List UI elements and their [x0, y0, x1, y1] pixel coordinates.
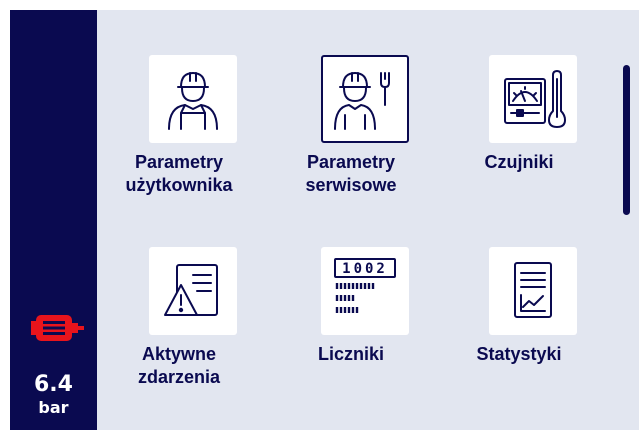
gauge-thermometer-icon [504, 70, 566, 128]
menu-tile-counters[interactable]: 1002 Liczniki [274, 247, 424, 397]
tile-label-line2: serwisowe [305, 175, 397, 195]
tile-label: Czujniki [428, 151, 610, 174]
menu-tile-service-parameters[interactable]: Parametry serwisowe [274, 55, 424, 205]
counter-digits: 1002 [342, 261, 388, 277]
tile-label: Parametry serwisowe [260, 151, 442, 197]
tile-label-line2: użytkownika [125, 175, 233, 195]
tile-label-line1: Czujniki [484, 152, 554, 172]
icon-box-selected [321, 55, 409, 143]
icon-box [149, 247, 237, 335]
tile-label-line1: Aktywne [141, 344, 217, 364]
tile-label: Liczniki [260, 343, 442, 366]
tile-label: Parametry użytkownika [88, 151, 270, 197]
menu-tile-sensors[interactable]: Czujniki [442, 55, 592, 205]
tile-label-line1: Parametry [306, 152, 396, 172]
counter-icon: 1002 [334, 258, 396, 313]
motor-icon [31, 315, 84, 341]
icon-box [489, 55, 577, 143]
icon-box: 1002 [321, 247, 409, 335]
status-sidebar: 6.4 bar [10, 10, 97, 430]
tile-label: Aktywne zdarzenia [88, 343, 270, 389]
icon-box [489, 247, 577, 335]
tile-label-line1: Liczniki [317, 344, 384, 364]
scrollbar-thumb[interactable] [623, 65, 630, 215]
worker-icon [168, 72, 218, 130]
tile-label-line2: zdarzenia [137, 367, 221, 387]
screen: 6.4 bar Parametry użytkownika Parametry … [10, 10, 639, 430]
pressure-value: 6.4 [34, 372, 73, 397]
menu-panel: Parametry użytkownika Parametry serwisow… [97, 10, 639, 430]
pressure-unit: bar [38, 398, 69, 417]
menu-tile-active-events[interactable]: Aktywne zdarzenia [102, 247, 252, 397]
icon-box [149, 55, 237, 143]
service-worker-wrench-icon [334, 72, 390, 130]
warning-document-icon [164, 264, 218, 316]
statistics-report-icon [514, 262, 552, 318]
menu-tile-user-parameters[interactable]: Parametry użytkownika [102, 55, 252, 205]
tile-label-line1: Parametry [134, 152, 224, 172]
tile-label-line1: Statystyki [476, 344, 562, 364]
tile-label: Statystyki [428, 343, 610, 366]
menu-tile-statistics[interactable]: Statystyki [442, 247, 592, 397]
